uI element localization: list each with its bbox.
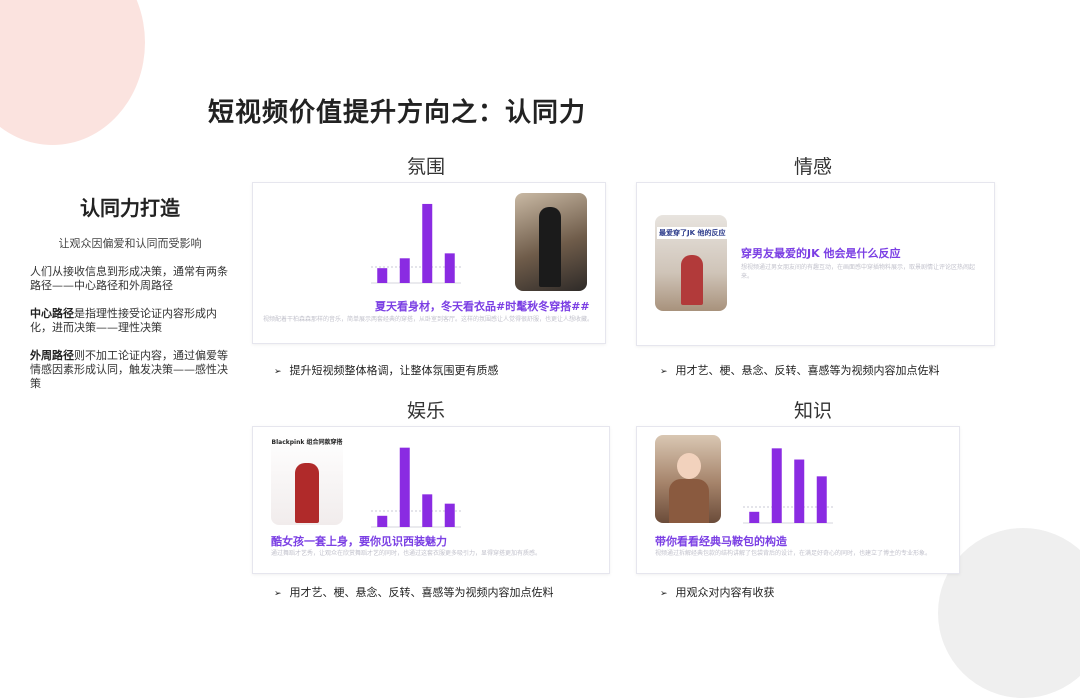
chart-bar xyxy=(399,447,410,527)
bullet-atmosphere: ➢ 提升短视频整体格调，让整体氛围更有质感 xyxy=(274,362,499,378)
sidebar-paragraph-central: 中心路径是指理性接受论证内容形成内化，进而决策——理性决策 xyxy=(30,307,230,335)
peripheral-route-label: 外周路径 xyxy=(30,349,74,362)
chart-entertainment xyxy=(371,447,461,528)
sidebar-subtitle: 让观众因偏爱和认同而受影响 xyxy=(58,237,202,250)
caption-knowledge: 带你看看经典马鞍包的构造 xyxy=(655,535,787,548)
description-atmosphere: 视频配着干柏森森那样的音乐，简单展示两套经典的穿搭，从卧室到客厅。这样的氛围感让… xyxy=(263,316,594,323)
description-emotion: 想视频通过男女朋友间的有趣互动，在画面感中穿插物料展示，取景剧情让评论区热闹起来… xyxy=(741,264,976,280)
card-knowledge: 带你看看经典马鞍包的构造 视频通过拆解经典包款的结构讲解了包袋背后的设计，在满足… xyxy=(636,426,960,574)
bullet-text-atmosphere: 提升短视频整体格调，让整体氛围更有质感 xyxy=(289,364,499,377)
caption-entertainment: 酷女孩一套上身，要你见识西装魅力 xyxy=(271,535,447,548)
person-figure-icon xyxy=(681,255,703,305)
chart-bar xyxy=(377,268,388,283)
arrow-bullet-icon: ➢ xyxy=(274,589,282,599)
description-knowledge: 视频通过拆解经典包款的结构讲解了包袋背后的设计，在满足好奇心的同时，也建立了博主… xyxy=(655,550,932,557)
sidebar-paragraph-peripheral: 外周路径则不加工论证内容，通过偏爱等情感因素形成认同，触发决策——感性决策 xyxy=(30,349,230,391)
caption-atmosphere: 夏天看身材，冬天看衣品#时髦秋冬穿搭## xyxy=(375,300,590,313)
thumbnail-entertainment: Blackpink 组合同款穿搭 xyxy=(271,435,343,525)
arrow-bullet-icon: ➢ xyxy=(660,367,668,377)
decorative-circle-top-left xyxy=(0,0,145,145)
thumbnail-entertainment-text: Blackpink 组合同款穿搭 xyxy=(271,439,343,446)
person-figure-icon xyxy=(539,207,561,287)
chart-atmosphere xyxy=(371,203,461,284)
arrow-bullet-icon: ➢ xyxy=(660,589,668,599)
person-body-icon xyxy=(669,479,709,523)
card-atmosphere: 夏天看身材，冬天看衣品#时髦秋冬穿搭## 视频配着干柏森森那样的音乐，简单展示两… xyxy=(252,182,606,344)
card-entertainment: Blackpink 组合同款穿搭 酷女孩一套上身，要你见识西装魅力 通过舞蹈才艺… xyxy=(252,426,610,574)
bullet-text-knowledge: 用观众对内容有收获 xyxy=(675,586,775,599)
chart-bar xyxy=(422,203,433,283)
bullet-text-emotion: 用才艺、梗、悬念、反转、喜感等为视频内容加点佐料 xyxy=(675,364,940,377)
bullet-emotion: ➢ 用才艺、梗、悬念、反转、喜感等为视频内容加点佐料 xyxy=(660,362,940,378)
section-title-entertainment: 娱乐 xyxy=(407,400,446,422)
chart-bar xyxy=(444,253,455,283)
chart-bar xyxy=(399,258,410,283)
thumbnail-emotion-text: 最爱穿了JK 他的反应 xyxy=(657,227,727,239)
thumbnail-atmosphere xyxy=(515,193,587,291)
arrow-bullet-icon: ➢ xyxy=(274,367,282,377)
bullet-knowledge: ➢ 用观众对内容有收获 xyxy=(660,584,775,600)
caption-emotion: 穿男友最爱的JK 他会是什么反应 xyxy=(741,247,901,260)
sidebar-heading: 认同力打造 xyxy=(80,196,180,220)
chart-bar xyxy=(771,448,782,523)
chart-bar xyxy=(444,503,455,527)
chart-bar xyxy=(377,515,388,527)
chart-bar xyxy=(422,494,433,527)
chart-knowledge xyxy=(743,448,833,524)
chart-bar xyxy=(816,476,827,523)
chart-bar xyxy=(794,459,805,523)
bullet-entertainment: ➢ 用才艺、梗、悬念、反转、喜感等为视频内容加点佐料 xyxy=(274,584,554,600)
section-title-knowledge: 知识 xyxy=(794,400,833,422)
sidebar: 认同力打造 让观众因偏爱和认同而受影响 人们从接收信息到形成决策，通常有两条路径… xyxy=(30,192,230,391)
section-title-emotion: 情感 xyxy=(794,156,833,178)
section-title-atmosphere: 氛围 xyxy=(407,156,446,178)
person-face-icon xyxy=(677,453,701,479)
person-figure-icon xyxy=(295,463,319,523)
chart-bar xyxy=(749,511,760,523)
thumbnail-emotion: 最爱穿了JK 他的反应 xyxy=(655,215,727,311)
central-route-label: 中心路径 xyxy=(30,307,74,320)
thumbnail-knowledge xyxy=(655,435,721,523)
sidebar-paragraph-intro: 人们从接收信息到形成决策，通常有两条路径——中心路径和外周路径 xyxy=(30,265,228,292)
page-title: 短视频价值提升方向之：认同力 xyxy=(208,98,587,128)
card-emotion: 最爱穿了JK 他的反应 穿男友最爱的JK 他会是什么反应 想视频通过男女朋友间的… xyxy=(636,182,995,346)
bullet-text-entertainment: 用才艺、梗、悬念、反转、喜感等为视频内容加点佐料 xyxy=(289,586,554,599)
description-entertainment: 通过舞蹈才艺秀，让观众在欣赏舞蹈才艺的同时，也通过这套衣服更多吸引力，显得穿搭更… xyxy=(271,550,542,557)
